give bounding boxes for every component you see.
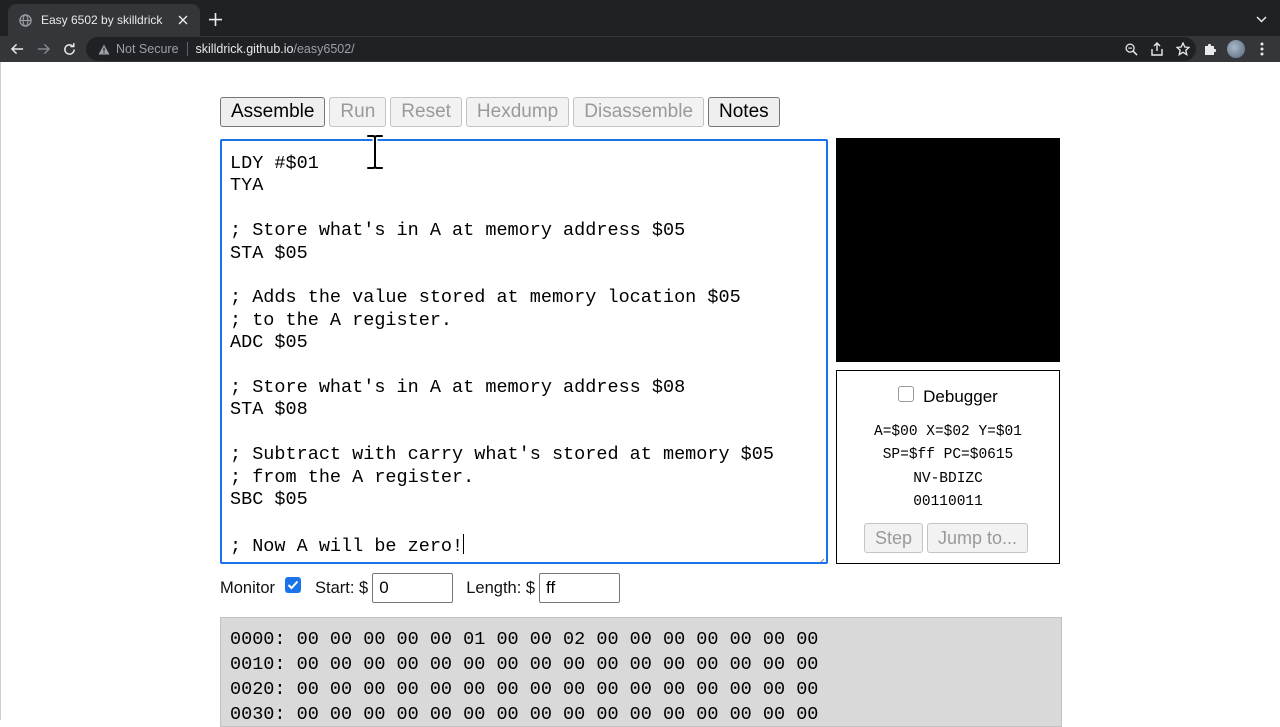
flags-bits: 00110011 — [913, 493, 983, 510]
extension-area — [1200, 39, 1278, 59]
code-text: LDY #$01 TYA ; Store what's in A at memo… — [230, 153, 818, 558]
debugger-toggle: Debugger — [837, 386, 1059, 407]
close-tab-icon[interactable] — [174, 11, 192, 29]
memory-row: 0000: 00 00 00 00 00 01 00 00 02 00 00 0… — [230, 629, 819, 650]
notes-button[interactable]: Notes — [708, 97, 780, 127]
resize-grip-icon[interactable] — [817, 553, 825, 562]
code-line: STA $05 — [230, 242, 308, 264]
disassemble-button[interactable]: Disassemble — [573, 97, 705, 127]
memory-monitor: 0000: 00 00 00 00 00 01 00 00 02 00 00 0… — [220, 617, 1062, 727]
run-button[interactable]: Run — [329, 97, 387, 127]
debugger-buttons: Step Jump to... — [864, 523, 1032, 553]
i-beam-cursor-icon — [365, 133, 385, 171]
kebab-menu-icon[interactable] — [1252, 39, 1272, 59]
registers-display: A=$00 X=$02 Y=$01 SP=$ff PC=$0615 NV-BDI… — [837, 421, 1059, 514]
code-line: ; to the A register. — [230, 309, 453, 331]
reset-button[interactable]: Reset — [390, 97, 462, 127]
url-path: /easy6502/ — [293, 42, 355, 56]
browser-tab-strip: Easy 6502 by skilldrick — [0, 0, 1280, 36]
memory-row: 0020: 00 00 00 00 00 00 00 00 00 00 00 0… — [230, 679, 819, 700]
hexdump-button[interactable]: Hexdump — [465, 97, 570, 127]
text-caret — [463, 533, 465, 554]
code-line: ; from the A register. — [230, 466, 475, 488]
back-arrow-icon[interactable] — [7, 39, 27, 59]
address-bar[interactable]: Not Secure skilldrick.github.io/easy6502… — [86, 37, 1196, 61]
checkmark-icon — [287, 580, 299, 590]
registers-line: A=$00 X=$02 Y=$01 — [874, 424, 1022, 440]
extensions-puzzle-icon[interactable] — [1200, 39, 1220, 59]
code-line: ADC $05 — [230, 332, 308, 354]
forward-arrow-icon[interactable] — [33, 39, 53, 59]
url-divider — [186, 42, 188, 56]
control-buttons: Assemble Run Reset Hexdump Disassemble N… — [220, 97, 784, 127]
browser-tab[interactable]: Easy 6502 by skilldrick — [8, 4, 200, 36]
memory-row: 0010: 00 00 00 00 00 00 00 00 00 00 00 0… — [230, 654, 819, 675]
memory-row: 0030: 00 00 00 00 00 00 00 00 00 00 00 0… — [230, 704, 819, 725]
profile-avatar[interactable] — [1226, 39, 1246, 59]
debugger-label: Debugger — [923, 387, 998, 406]
code-line: TYA — [230, 175, 264, 197]
code-line: SBC $05 — [230, 489, 308, 511]
url-host: skilldrick.github.io — [195, 42, 294, 56]
length-label: Length: $ — [466, 578, 536, 597]
warning-triangle-icon — [98, 44, 110, 55]
share-icon[interactable] — [1144, 42, 1170, 56]
zoom-icon[interactable] — [1118, 42, 1144, 56]
monitor-checkbox[interactable] — [285, 577, 302, 593]
code-line: ; Subtract with carry what's stored at m… — [230, 444, 774, 466]
code-editor[interactable]: LDY #$01 TYA ; Store what's in A at memo… — [220, 139, 828, 564]
start-label: Start: $ — [315, 578, 369, 597]
new-tab-icon[interactable] — [205, 9, 225, 29]
start-address-input[interactable] — [372, 573, 454, 603]
length-input[interactable] — [539, 573, 621, 603]
monitor-controls: Monitor Start: $ Length: $ — [220, 573, 621, 603]
code-line: ; Store what's in A at memory address $0… — [230, 220, 686, 242]
flags-header: NV-BDIZC — [913, 470, 983, 487]
step-button[interactable]: Step — [864, 523, 924, 553]
jump-to-button[interactable]: Jump to... — [927, 523, 1029, 553]
tab-title: Easy 6502 by skilldrick — [41, 13, 163, 27]
bookmark-star-icon[interactable] — [1170, 42, 1196, 56]
debugger-checkbox[interactable] — [898, 386, 915, 402]
monitor-label: Monitor — [220, 578, 276, 597]
code-line: ; Now A will be zero! — [230, 535, 464, 557]
url-text: skilldrick.github.io/easy6502/ — [196, 42, 355, 56]
display-screen — [836, 138, 1060, 362]
globe-icon — [18, 13, 32, 27]
code-line: ; Adds the value stored at memory locati… — [230, 287, 741, 309]
assemble-button[interactable]: Assemble — [220, 97, 326, 127]
registers-line: SP=$ff PC=$0615 — [882, 447, 1014, 464]
reload-icon[interactable] — [59, 39, 79, 59]
browser-toolbar: Not Secure skilldrick.github.io/easy6502… — [0, 36, 1280, 62]
debugger-panel: Debugger A=$00 X=$02 Y=$01 SP=$ff PC=$06… — [836, 370, 1060, 564]
omnibox-actions — [1118, 37, 1196, 61]
security-label: Not Secure — [116, 42, 179, 56]
code-line: STA $08 — [230, 399, 308, 421]
code-line: LDY #$01 — [230, 153, 319, 174]
code-line: ; Store what's in A at memory address $0… — [230, 377, 686, 399]
avatar — [1227, 40, 1245, 58]
tab-search-chevron-icon[interactable] — [1252, 10, 1270, 28]
